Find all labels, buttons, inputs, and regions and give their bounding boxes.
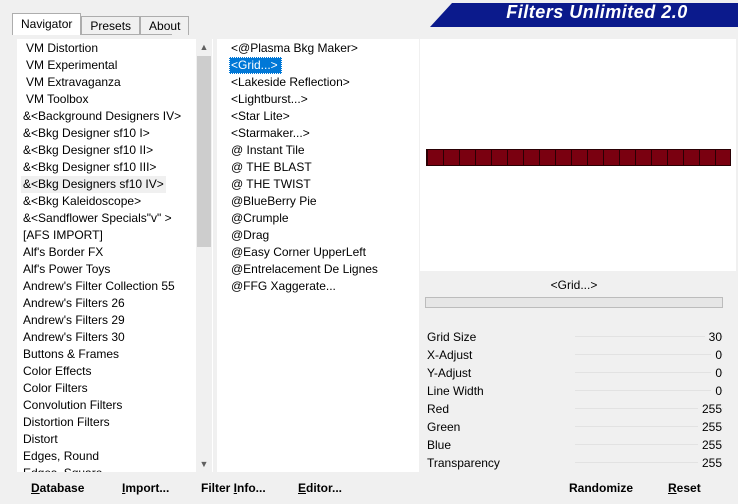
filter-item[interactable]: @Drag — [229, 227, 417, 244]
parameter-value[interactable]: 0 — [711, 364, 722, 382]
category-item[interactable]: Color Filters — [21, 380, 197, 397]
parameter-slider-track[interactable] — [575, 354, 723, 355]
category-item[interactable]: &<Bkg Designer sf10 I> — [21, 125, 197, 142]
category-item[interactable]: Distort — [21, 431, 197, 448]
filter-item[interactable]: <Lightburst...> — [229, 91, 417, 108]
banner-title: Filters Unlimited 2.0 — [506, 2, 688, 22]
filter-item[interactable]: @BlueBerry Pie — [229, 193, 417, 210]
filter-item[interactable]: <@Plasma Bkg Maker> — [229, 40, 417, 57]
category-item[interactable]: Convolution Filters — [21, 397, 197, 414]
category-item[interactable]: &<Background Designers IV> — [21, 108, 197, 125]
parameter-slider-track[interactable] — [575, 390, 723, 391]
category-item[interactable]: Andrew's Filters 26 — [21, 295, 197, 312]
selected-filter-name: <Grid...> — [550, 278, 598, 292]
chevron-up-icon[interactable]: ▲ — [196, 39, 212, 55]
category-scrollbar[interactable]: ▲ ▼ — [196, 39, 212, 472]
scrollbar-thumb[interactable] — [197, 56, 211, 247]
parameter-name: X-Adjust — [427, 348, 473, 362]
category-item[interactable]: &<Bkg Designer sf10 II> — [21, 142, 197, 159]
category-list-panel[interactable]: VM Distortion VM Experimental VM Extravaga… — [17, 39, 213, 472]
tab-navigator[interactable]: Navigator — [12, 13, 82, 35]
filter-item[interactable]: @ Instant Tile — [229, 142, 417, 159]
parameter-row[interactable]: Line Width 0 — [425, 382, 723, 400]
parameter-name: Grid Size — [427, 330, 477, 344]
filter-item[interactable]: <Grid...> — [229, 57, 282, 74]
parameter-row[interactable]: Grid Size 30 — [425, 328, 723, 346]
parameter-value[interactable]: 30 — [704, 328, 722, 346]
parameter-value[interactable]: 255 — [697, 418, 722, 436]
parameter-row[interactable]: Green 255 — [425, 418, 723, 436]
parameter-slider-track[interactable] — [575, 372, 723, 373]
category-item[interactable]: VM Distortion — [21, 40, 197, 57]
category-item[interactable]: Buttons & Frames — [21, 346, 197, 363]
filter-item[interactable]: @Crumple — [229, 210, 417, 227]
parameter-name: Line Width — [427, 384, 484, 398]
parameter-value[interactable]: 0 — [711, 346, 722, 364]
category-item[interactable]: VM Extravaganza — [21, 74, 197, 91]
parameter-name: Transparency — [427, 456, 500, 470]
category-item[interactable]: Alf's Power Toys — [21, 261, 197, 278]
category-item[interactable]: Andrew's Filters 30 — [21, 329, 197, 346]
parameter-value[interactable]: 255 — [697, 436, 722, 454]
filter-item[interactable]: <Starmaker...> — [229, 125, 417, 142]
filter-list-panel[interactable]: <@Plasma Bkg Maker> <Grid...> <Lakeside Re… — [217, 39, 419, 472]
filter-item[interactable]: <Lakeside Reflection> — [229, 74, 417, 91]
category-list[interactable]: VM Distortion VM Experimental VM Extravaga… — [21, 40, 197, 472]
tab-presets[interactable]: Presets — [81, 16, 141, 35]
parameter-value[interactable]: 0 — [711, 382, 722, 400]
filter-item[interactable]: @Entrelacement De Lignes — [229, 261, 417, 278]
filter-list[interactable]: <@Plasma Bkg Maker> <Grid...> <Lakeside Re… — [229, 40, 417, 295]
reset-button[interactable]: Reset — [668, 478, 701, 498]
parameter-slider-track[interactable] — [575, 336, 723, 337]
import-button[interactable]: Import... — [122, 478, 169, 498]
editor-button[interactable]: Editor... — [298, 478, 342, 498]
parameter-name: Blue — [427, 438, 452, 452]
category-item[interactable]: &<Bkg Kaleidoscope> — [21, 193, 197, 210]
parameter-row[interactable]: Transparency 255 — [425, 454, 723, 472]
progress-bar — [425, 297, 723, 308]
filter-item[interactable]: @ THE BLAST — [229, 159, 417, 176]
randomize-button[interactable]: Randomize — [569, 478, 633, 498]
category-item[interactable]: VM Toolbox — [21, 91, 197, 108]
category-item[interactable]: &<Bkg Designer sf10 III> — [21, 159, 197, 176]
parameter-value[interactable]: 255 — [697, 400, 722, 418]
category-item[interactable]: Andrew's Filters 29 — [21, 312, 197, 329]
tab-about[interactable]: About — [140, 16, 190, 35]
filter-item[interactable]: @ THE TWIST — [229, 176, 417, 193]
parameter-row[interactable]: Y-Adjust 0 — [425, 364, 723, 382]
parameter-row[interactable]: X-Adjust 0 — [425, 346, 723, 364]
tab-bar: Navigator Presets About — [12, 13, 190, 35]
parameter-name: Y-Adjust — [427, 366, 472, 380]
filter-item[interactable]: @FFG Xaggerate... — [229, 278, 417, 295]
filter-item[interactable]: <Star Lite> — [229, 108, 417, 125]
category-item[interactable]: Alf's Border FX — [21, 244, 197, 261]
parameter-row[interactable]: Blue 255 — [425, 436, 723, 454]
category-item[interactable]: Distortion Filters — [21, 414, 197, 431]
category-item[interactable]: Edges, Square — [21, 465, 197, 472]
parameter-value[interactable]: 255 — [697, 454, 722, 472]
filter-info-button[interactable]: Filter Info... — [201, 478, 266, 498]
preview-area — [420, 39, 736, 271]
parameter-name: Red — [427, 402, 450, 416]
category-item[interactable]: Edges, Round — [21, 448, 197, 465]
chevron-down-icon[interactable]: ▼ — [196, 456, 212, 472]
category-item[interactable]: Color Effects — [21, 363, 197, 380]
parameter-list: Grid Size 30 X-Adjust 0 Y-Adjust 0 Line Width 0… — [425, 328, 723, 472]
grid-preview-image — [426, 149, 731, 166]
parameter-name: Green — [427, 420, 461, 434]
database-button[interactable]: Database — [31, 478, 84, 498]
category-item[interactable]: &<Sandflower Specials"v" > — [21, 210, 197, 227]
category-item[interactable]: [AFS IMPORT] — [21, 227, 197, 244]
category-item[interactable]: VM Experimental — [21, 57, 197, 74]
filter-item[interactable]: @Easy Corner UpperLeft — [229, 244, 417, 261]
category-item[interactable]: Andrew's Filter Collection 55 — [21, 278, 197, 295]
parameter-row[interactable]: Red 255 — [425, 400, 723, 418]
category-item[interactable]: &<Bkg Designers sf10 IV> — [21, 176, 166, 193]
